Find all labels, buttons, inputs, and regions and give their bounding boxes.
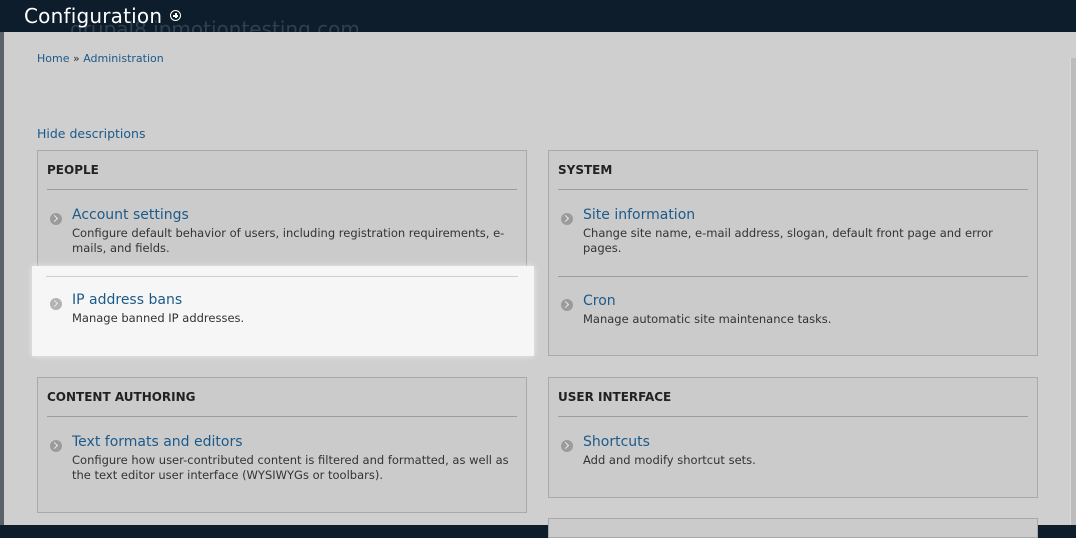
panel-next-partial: [548, 518, 1038, 538]
panel-system: SYSTEM Site information Change site name…: [548, 150, 1038, 356]
text-formats-link[interactable]: Text formats and editors: [72, 434, 243, 450]
toolbar: drupal8.ipmotiontesting.com Configuratio…: [0, 0, 1076, 41]
panel-divider: [558, 416, 1028, 417]
panel-divider: [47, 189, 517, 190]
item-divider: [558, 276, 1028, 277]
item-description: Change site name, e-mail address, slogan…: [583, 226, 993, 255]
chevron-right-icon: [561, 299, 573, 311]
item-description: Configure default behavior of users, inc…: [72, 226, 505, 255]
panel-title: CONTENT AUTHORING: [47, 390, 196, 404]
breadcrumb: Home » Administration: [37, 52, 164, 65]
breadcrumb-home[interactable]: Home: [37, 52, 69, 65]
chevron-right-icon: [50, 440, 62, 452]
highlighted-item-ip-address-bans: IP address bans Manage banned IP address…: [32, 266, 534, 356]
account-settings-link[interactable]: Account settings: [72, 207, 189, 223]
site-information-link[interactable]: Site information: [583, 207, 695, 223]
chevron-right-icon: [50, 298, 62, 310]
breadcrumb-separator: »: [72, 52, 80, 65]
item-description: Manage automatic site maintenance tasks.: [583, 312, 832, 326]
add-shortcut-icon[interactable]: [170, 10, 182, 21]
page-title: Configuration: [24, 4, 182, 28]
ip-address-bans-link[interactable]: IP address bans: [72, 292, 182, 308]
panel-title: USER INTERFACE: [558, 390, 672, 404]
overlay-scrollbar[interactable]: [1070, 58, 1076, 525]
hide-descriptions-link[interactable]: Hide descriptions: [37, 126, 145, 141]
item-description: Add and modify shortcut sets.: [583, 453, 756, 467]
breadcrumb-administration[interactable]: Administration: [83, 52, 164, 65]
item-description: Configure how user-contributed content i…: [72, 453, 509, 482]
chevron-right-icon: [561, 440, 573, 452]
panel-title: SYSTEM: [558, 163, 613, 177]
cron-link[interactable]: Cron: [583, 293, 616, 309]
page-title-text: Configuration: [24, 4, 163, 28]
shortcuts-link[interactable]: Shortcuts: [583, 434, 650, 450]
panel-content-authoring: CONTENT AUTHORING Text formats and edito…: [37, 377, 527, 513]
chevron-right-icon: [50, 213, 62, 225]
panel-divider: [558, 189, 1028, 190]
item-description: Manage banned IP addresses.: [72, 311, 245, 325]
panel-divider: [47, 416, 517, 417]
item-divider: [46, 276, 518, 277]
panel-user-interface: USER INTERFACE Shortcuts Add and modify …: [548, 377, 1038, 498]
chevron-right-icon: [561, 213, 573, 225]
panel-title: PEOPLE: [47, 163, 99, 177]
